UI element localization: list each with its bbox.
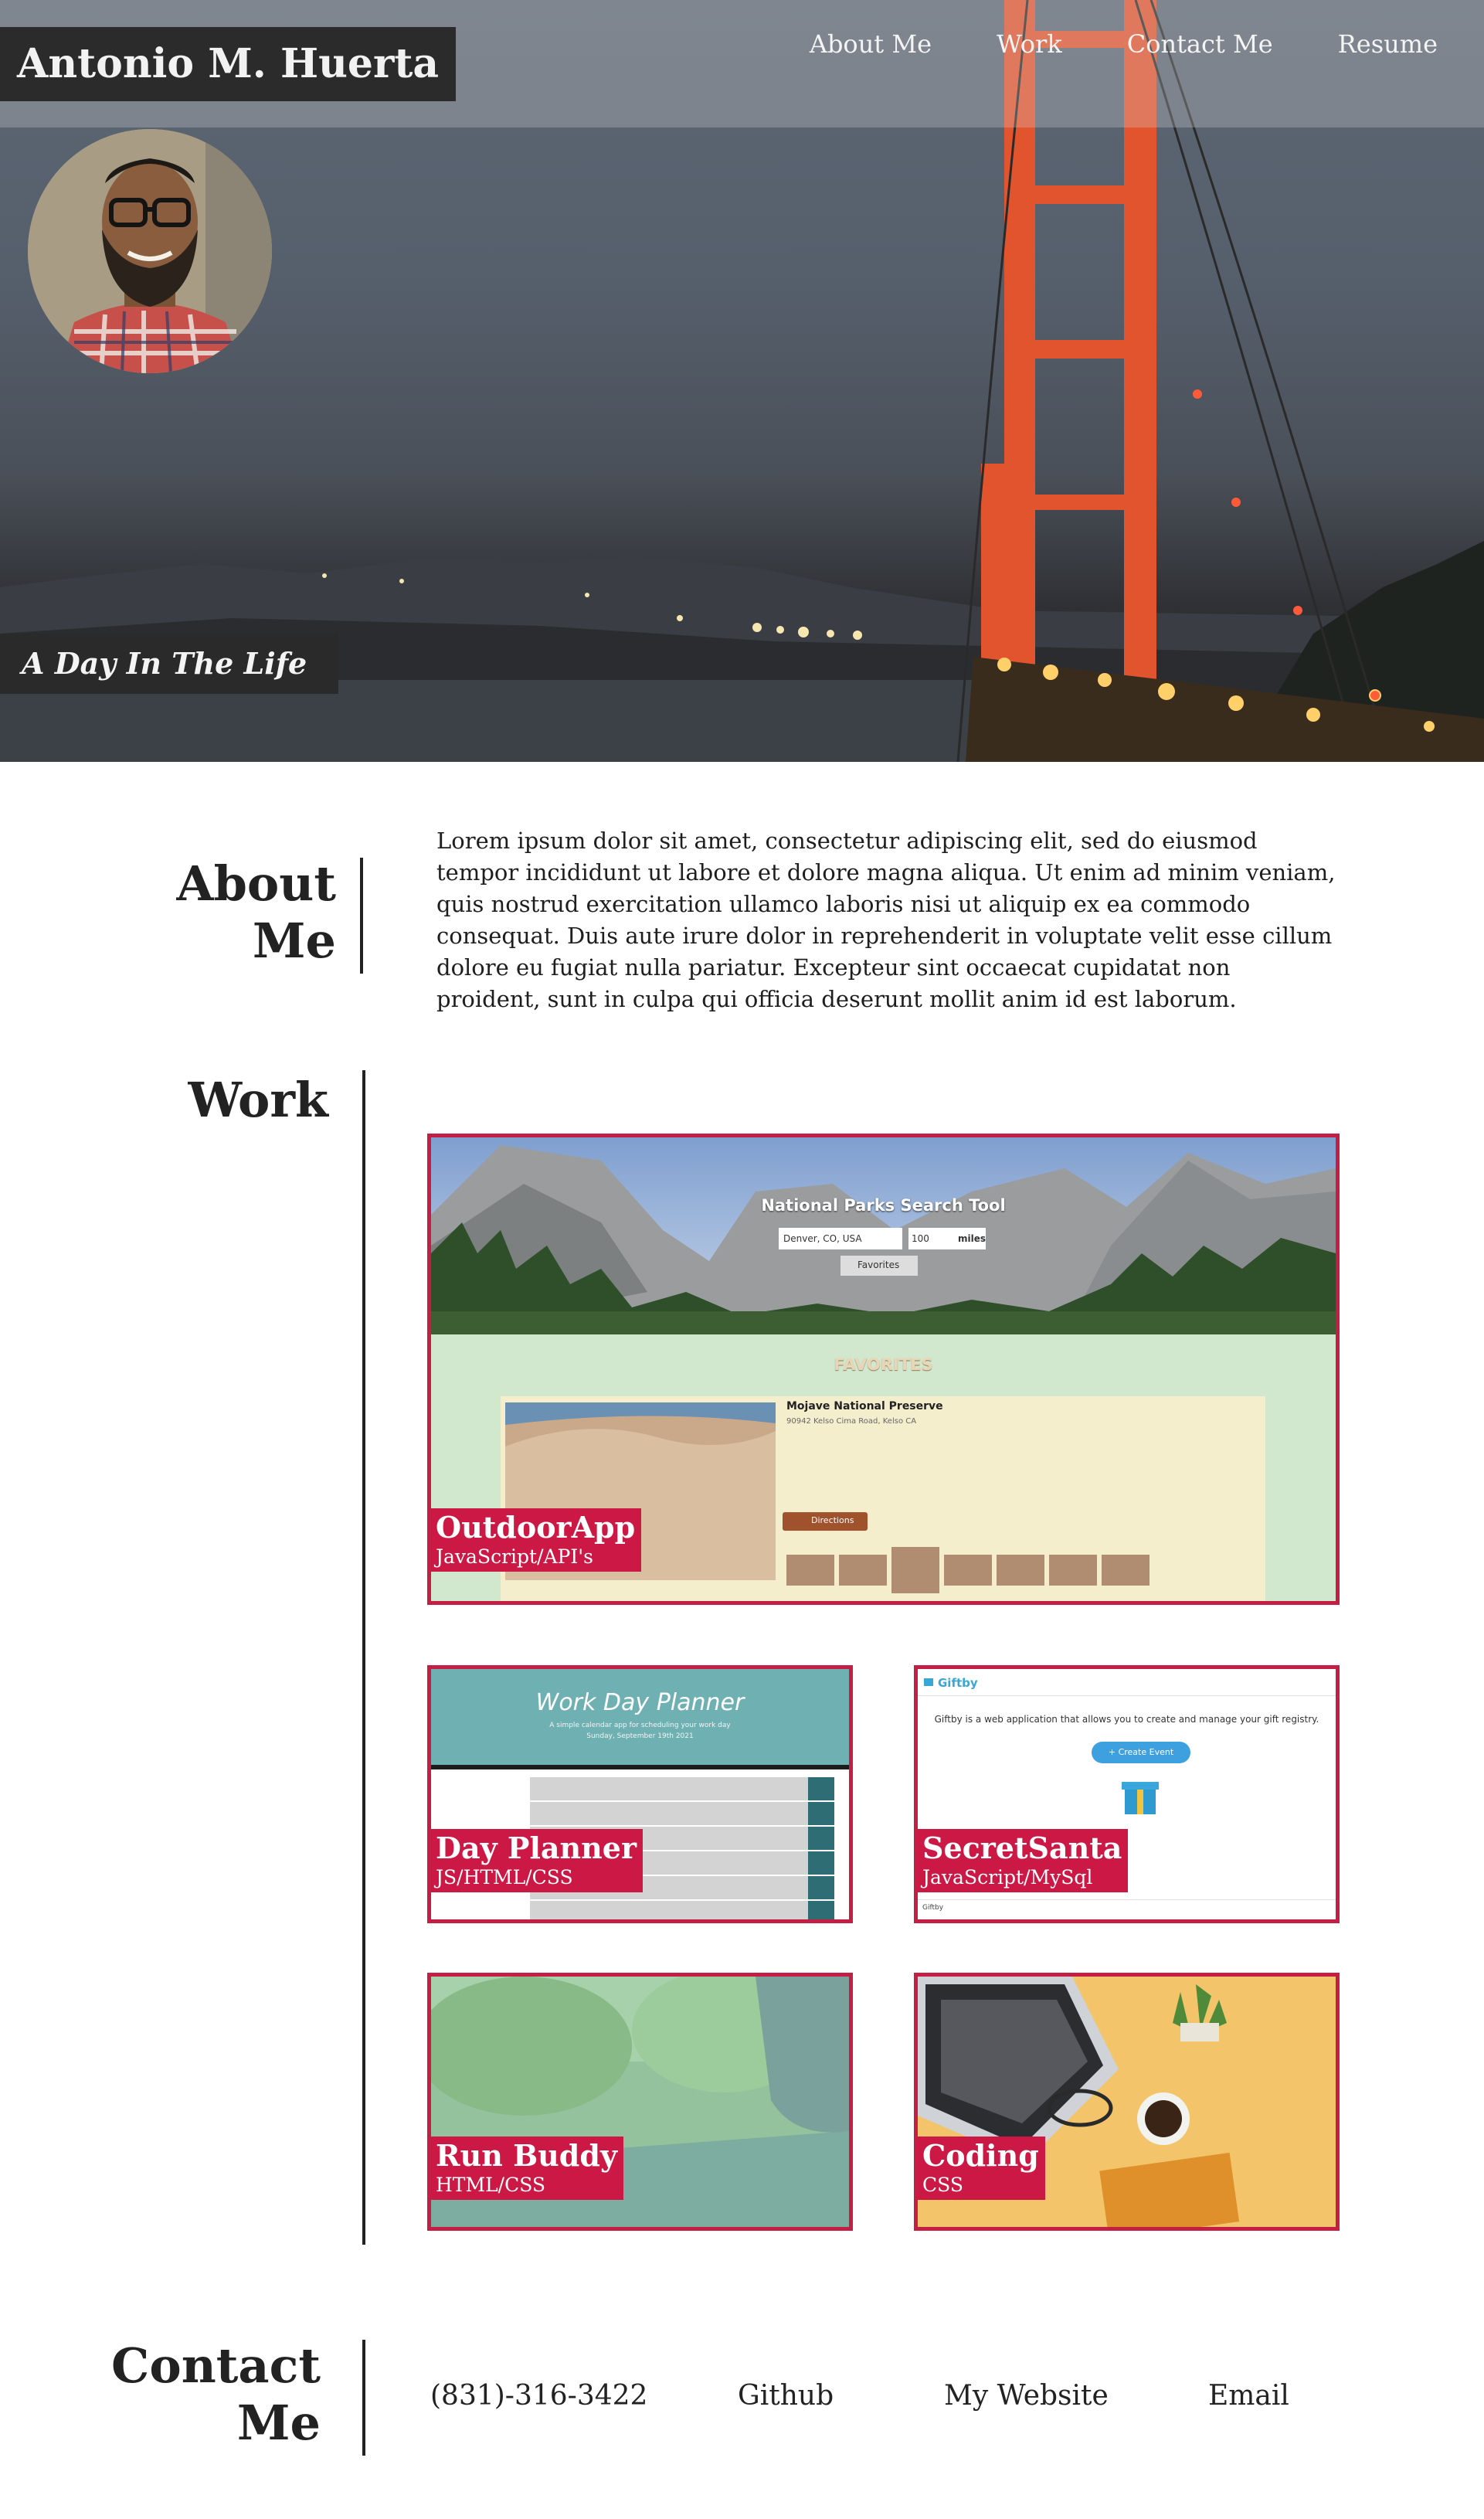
planner-date: Sunday, September 19th 2021 — [586, 1732, 694, 1740]
outdoorapp-park-address: 90942 Kelso Cima Road, Kelso CA — [786, 1417, 917, 1426]
about-heading-line1: About — [176, 855, 336, 912]
about-divider — [360, 858, 363, 974]
about-heading-line2: Me — [252, 913, 336, 969]
project-name: Run Buddy — [436, 2138, 618, 2173]
outdoorapp-location-value: Denver, CO, USA — [783, 1233, 862, 1244]
outdoorapp-park-name: Mojave National Preserve — [786, 1400, 943, 1412]
project-name: OutdoorApp — [436, 1510, 636, 1545]
giftby-tagline: Giftby is a web application that allows … — [934, 1714, 1319, 1725]
project-tech: JavaScript/API's — [436, 1545, 593, 1568]
outdoorapp-favorites-button: Favorites — [857, 1260, 900, 1270]
project-label-coding: Coding CSS — [918, 2137, 1045, 2200]
project-card-coding[interactable]: Coding CSS — [914, 1973, 1340, 2231]
outdoorapp-distance-value: 100 — [912, 1233, 929, 1244]
nav-resume[interactable]: Resume — [1338, 29, 1438, 59]
project-card-secretsanta[interactable]: Giftby Giftby is a web application that … — [914, 1665, 1340, 1923]
hero-banner: Antonio M. Huerta About Me Work Contact … — [0, 0, 1484, 762]
nav-work[interactable]: Work — [997, 29, 1062, 59]
contact-email-link[interactable]: Email — [1208, 2380, 1289, 2412]
about-heading: About Me — [139, 855, 336, 970]
project-tech: JavaScript/MySql — [922, 1866, 1093, 1888]
project-card-day-planner[interactable]: Work Day Planner A simple calendar app f… — [427, 1665, 853, 1923]
profile-avatar — [28, 129, 272, 373]
contact-github-link[interactable]: Github — [738, 2380, 834, 2412]
project-card-run-buddy[interactable]: Run Buddy HTML/CSS — [427, 1973, 853, 2231]
outdoorapp-favorites-heading: FAVORITES — [834, 1355, 933, 1374]
project-label-day-planner: Day Planner JS/HTML/CSS — [431, 1829, 643, 1892]
contact-phone[interactable]: (831)-316-3422 — [430, 2380, 647, 2412]
outdoorapp-distance-unit: miles — [958, 1233, 987, 1244]
outdoorapp-app-title: National Parks Search Tool — [761, 1196, 1006, 1215]
project-label-secretsanta: SecretSanta JavaScript/MySql — [918, 1829, 1129, 1892]
giftby-create-event-button: + Create Event — [1108, 1747, 1174, 1757]
contact-heading-line1: Contact — [111, 2337, 321, 2394]
nav-contact-me[interactable]: Contact Me — [1127, 29, 1273, 59]
work-divider — [362, 1070, 365, 2245]
project-name: Day Planner — [436, 1831, 637, 1865]
project-name: Coding — [922, 2138, 1039, 2173]
project-tech: CSS — [922, 2174, 963, 2196]
project-label-outdoorapp: OutdoorApp JavaScript/API's — [431, 1508, 642, 1572]
hero-caption: A Day In The Life — [0, 634, 338, 694]
project-tech: HTML/CSS — [436, 2174, 546, 2196]
about-text: Lorem ipsum dolor sit amet, consectetur … — [436, 828, 1336, 1012]
project-label-run-buddy: Run Buddy HTML/CSS — [431, 2137, 624, 2200]
nav-about-me[interactable]: About Me — [810, 29, 932, 59]
contact-divider — [362, 2340, 365, 2456]
project-name: SecretSanta — [922, 1831, 1122, 1865]
site-title: Antonio M. Huerta — [0, 27, 457, 101]
giftby-footer: Giftby — [922, 1904, 944, 1912]
work-heading: Work — [188, 1072, 328, 1128]
profile-photo — [28, 129, 272, 373]
contact-heading-line2: Me — [236, 2395, 321, 2451]
main-nav: About Me Work Contact Me Resume — [745, 29, 1438, 59]
contact-website-link[interactable]: My Website — [944, 2380, 1109, 2412]
project-tech: JS/HTML/CSS — [436, 1866, 573, 1888]
project-card-outdoorapp[interactable]: National Parks Search Tool Denver, CO, U… — [427, 1134, 1340, 1605]
giftby-logo: Giftby — [938, 1676, 978, 1690]
planner-title: Work Day Planner — [535, 1689, 745, 1716]
contact-heading: Contact Me — [77, 2337, 321, 2452]
outdoorapp-directions-button: Directions — [811, 1515, 854, 1525]
planner-subtitle: A simple calendar app for scheduling you… — [549, 1722, 731, 1729]
